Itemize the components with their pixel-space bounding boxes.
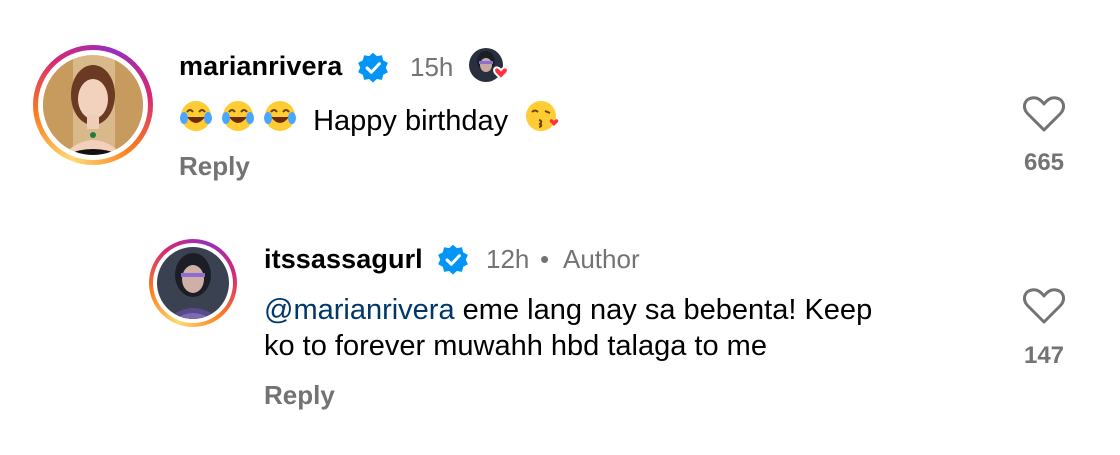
author-label: Author [563,244,640,274]
comment-text: Happy birthday [179,99,560,142]
avatar [43,55,143,155]
avatar-story-ring[interactable] [33,45,153,165]
face-with-tears-of-joy-icon [179,99,299,142]
mention-link[interactable]: @marianrivera [264,294,455,326]
face-blowing-kiss-icon [524,99,560,142]
separator-dot: • [540,244,550,274]
comment-timestamp: 12h [486,244,530,274]
comment-text: @marianrivera eme lang nay sa bebenta! K… [264,292,984,364]
heart-outline-icon[interactable] [1022,286,1066,326]
comment-timestamp: 15h [410,52,454,82]
comment-body-line2: ko to forever muwahh hbd talaga to me [264,330,767,362]
reply-button[interactable]: Reply [264,380,335,411]
comment-itssassagurl: itssassagurl 12h • Author @marianrivera … [0,200,1120,455]
avatar-story-ring[interactable] [149,239,237,327]
like-count: 665 [1023,149,1065,176]
comment-username[interactable]: marianrivera [179,51,342,82]
comment-body-line1: eme lang nay sa bebenta! Keep [454,294,873,326]
comment-username[interactable]: itssassagurl [264,244,423,275]
like-count: 147 [1023,342,1065,369]
reply-button[interactable]: Reply [179,151,250,182]
heart-outline-icon[interactable] [1022,94,1066,134]
verified-badge-icon [358,52,388,83]
comment-body: Happy birthday [313,104,509,137]
creator-liked-avatar-icon [468,46,514,86]
comment-marianrivera: marianrivera 15h Happy birthday Reply 66… [0,0,1120,200]
avatar [157,247,229,319]
verified-badge-icon [438,244,468,275]
